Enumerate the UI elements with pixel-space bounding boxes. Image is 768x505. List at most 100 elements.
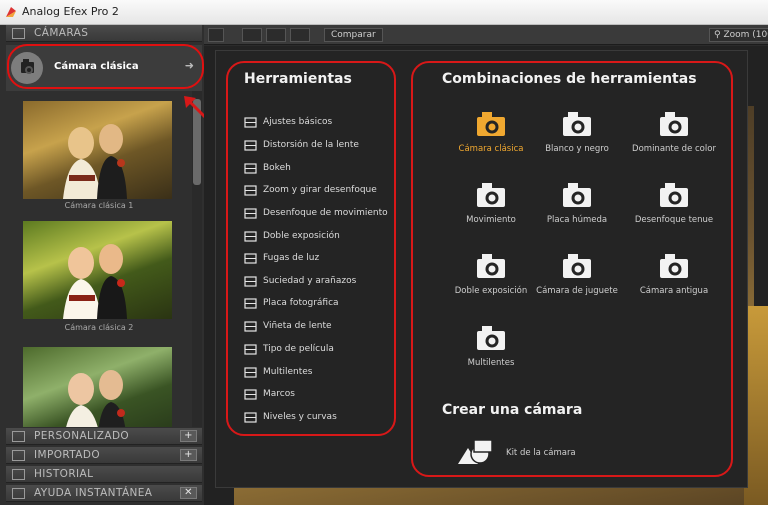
tools-title: Herramientas (244, 71, 352, 87)
camera-kit-item[interactable]: Kit de la cámara (456, 438, 596, 468)
selected-camera-row[interactable]: Cámara clásica ➜ (6, 45, 202, 91)
zoom-rotate-icon (244, 185, 257, 196)
vignette-icon (244, 321, 257, 332)
vintage-camera-icon (660, 254, 688, 278)
create-camera-title: Crear una cámara (442, 402, 583, 418)
camera-kit-icon (458, 439, 493, 464)
preset-thumbnail[interactable] (23, 101, 172, 199)
help-icon (12, 488, 25, 499)
tool-label: Suciedad y arañazos (263, 276, 357, 286)
zoom-label: Zoom (100 (723, 30, 768, 40)
arrow-right-icon[interactable]: ➜ (185, 59, 194, 72)
tool-label: Multilentes (263, 367, 313, 377)
imported-section-header[interactable]: IMPORTADO + (6, 447, 202, 464)
film-plate-icon (244, 298, 257, 309)
cameras-section-header[interactable]: CÁMARAS (6, 25, 202, 42)
movie-camera-icon (477, 183, 505, 207)
combo-item[interactable]: Placa húmeda (527, 177, 627, 225)
close-button[interactable]: ✕ (180, 487, 197, 499)
app-logo-icon (6, 7, 16, 17)
combo-label: Multilentes (467, 358, 515, 368)
tool-label: Ajustes básicos (263, 117, 333, 127)
tool-label: Placa fotográfica (263, 298, 339, 308)
tool-label: Desenfoque de movimiento (263, 208, 388, 218)
combo-label: Movimiento (466, 215, 516, 225)
window-title: Analog Efex Pro 2 (22, 5, 119, 18)
import-icon (12, 450, 25, 461)
bellows-camera-icon (563, 183, 591, 207)
bw-camera-icon (563, 112, 591, 136)
tool-label: Viñeta de lente (263, 321, 332, 331)
search-icon: ⚲ (714, 30, 721, 40)
combo-item[interactable]: Cámara clásica (441, 106, 541, 154)
multi-lens-icon (244, 367, 257, 378)
compare-button[interactable]: Comparar (324, 28, 383, 42)
combo-item[interactable]: Movimiento (441, 177, 541, 225)
twin-lens-camera-icon (477, 254, 505, 278)
history-section-header[interactable]: HISTORIAL (6, 466, 202, 483)
title-bar: Analog Efex Pro 2 (0, 0, 768, 25)
sidebar-toggle-icon[interactable] (208, 28, 224, 42)
toy-camera-icon (563, 254, 591, 278)
combo-label: Placa húmeda (546, 215, 608, 225)
combo-label: Blanco y negro (545, 144, 609, 154)
bokeh-icon (244, 163, 257, 174)
multi-lens-camera-icon (477, 326, 505, 350)
add-button[interactable]: + (180, 430, 197, 442)
camera-section-icon (12, 28, 25, 39)
combo-item[interactable]: Doble exposición (441, 248, 541, 296)
double-exposure-icon (244, 231, 257, 242)
tool-label: Tipo de película (263, 344, 334, 354)
thumbnail-scrollbar[interactable] (192, 91, 202, 427)
combo-item[interactable]: Multilentes (441, 320, 541, 368)
combo-item[interactable]: Cámara de juguete (527, 248, 627, 296)
combo-label: Cámara de juguete (536, 286, 618, 296)
combo-label: Dominante de color (632, 144, 716, 154)
combo-item[interactable]: Blanco y negro (527, 106, 627, 154)
tool-label: Fugas de luz (263, 253, 320, 263)
add-button[interactable]: + (180, 449, 197, 461)
color-cast-camera-icon (660, 112, 688, 136)
frames-icon (244, 389, 257, 400)
camera-thumbnail-icon (11, 52, 43, 84)
folder-icon (12, 431, 25, 442)
side-by-side-view-icon[interactable] (290, 28, 310, 42)
split-view-icon[interactable] (266, 28, 286, 42)
thumbnail-caption: Cámara clásica 2 (64, 323, 134, 332)
tool-label: Bokeh (263, 163, 291, 173)
combo-label: Doble exposición (454, 286, 528, 296)
levels-curves-icon (244, 412, 257, 423)
quick-help-section-header[interactable]: AYUDA INSTANTÁNEA ✕ (6, 485, 202, 502)
selected-camera-name: Cámara clásica (54, 61, 139, 72)
camera-kit-label: Kit de la cámara (506, 448, 576, 458)
thumbnail-list: Cámara clásica 1 Cámara clásica 2 (6, 91, 192, 427)
combo-item[interactable]: Dominante de color (624, 106, 724, 154)
lens-distortion-icon (244, 140, 257, 151)
history-icon (12, 469, 25, 480)
section-label: PERSONALIZADO (34, 430, 130, 442)
combos-title: Combinaciones de herramientas (442, 71, 697, 87)
sliders-icon (244, 117, 257, 128)
thumbnail-caption: Cámara clásica 1 (64, 201, 134, 210)
preset-thumbnail[interactable] (23, 347, 172, 427)
zoom-control[interactable]: ⚲ Zoom (100 (709, 28, 768, 42)
cameras-section-label: CÁMARAS (34, 27, 89, 39)
film-type-icon (244, 344, 257, 355)
section-label: IMPORTADO (34, 449, 101, 461)
tool-label: Marcos (263, 389, 295, 399)
custom-section-header[interactable]: PERSONALIZADO + (6, 428, 202, 445)
tool-label: Niveles y curvas (263, 412, 337, 422)
top-toolbar: Comparar ⚲ Zoom (100 (204, 25, 768, 45)
combo-item[interactable]: Cámara antigua (624, 248, 724, 296)
preset-thumbnail[interactable] (23, 221, 172, 319)
dust-scratches-icon (244, 276, 257, 287)
soft-focus-camera-icon (660, 183, 688, 207)
combo-label: Cámara clásica (458, 144, 524, 154)
light-leak-icon (244, 253, 257, 264)
tool-label: Distorsión de la lente (263, 140, 359, 150)
combo-item[interactable]: Desenfoque tenue (624, 177, 724, 225)
single-view-icon[interactable] (242, 28, 262, 42)
combo-label: Cámara antigua (639, 286, 709, 296)
tool-label: Zoom y girar desenfoque (263, 185, 377, 195)
combo-label: Desenfoque tenue (634, 215, 714, 225)
